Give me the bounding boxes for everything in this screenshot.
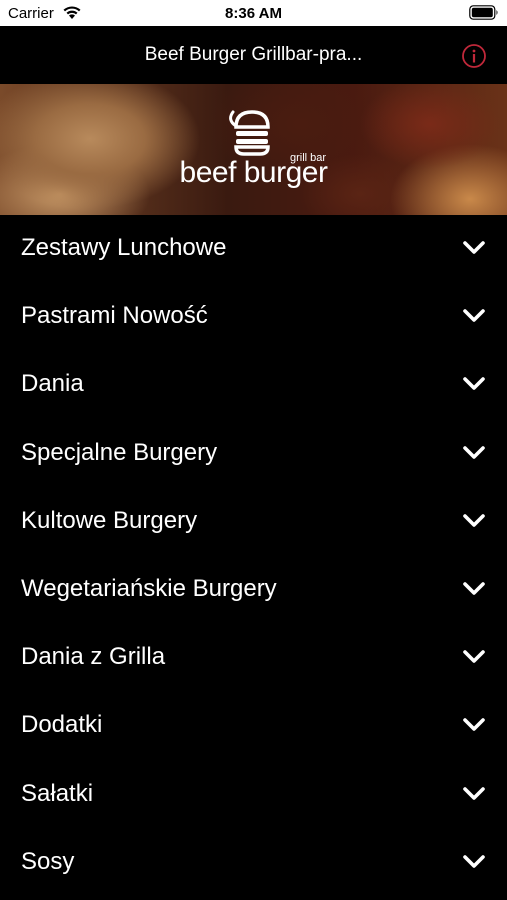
info-icon[interactable] — [461, 43, 487, 69]
burger-logo-icon — [229, 110, 270, 156]
menu-category-sosy[interactable]: Sosy — [0, 829, 507, 897]
menu-category-dania-z-grilla[interactable]: Dania z Grilla — [0, 624, 507, 692]
chevron-down-icon — [463, 650, 485, 663]
chevron-down-icon — [463, 445, 485, 459]
chevron-down-icon — [463, 854, 485, 868]
chevron-down-icon — [463, 513, 485, 527]
menu-category-wegetarianskie-burgery[interactable]: Wegetariańskie Burgery — [0, 556, 507, 624]
menu-category-label: Dania — [21, 370, 84, 398]
navigation-bar: Beef Burger Grillbar-pra... — [0, 26, 507, 84]
chevron-down-icon — [463, 241, 485, 254]
menu-category-list: Zestawy Lunchowe Pastrami Nowość Dania S… — [0, 215, 507, 897]
chevron-down-icon — [463, 377, 485, 391]
menu-category-specjalne-burgery[interactable]: Specjalne Burgery — [0, 420, 507, 488]
menu-category-label: Dania z Grilla — [21, 643, 166, 671]
chevron-down-icon — [463, 718, 485, 732]
chevron-down-icon — [463, 582, 485, 595]
menu-category-label: Kultowe Burgery — [21, 506, 198, 534]
menu-category-zestawy-lunchowe[interactable]: Zestawy Lunchowe — [0, 215, 507, 283]
menu-category-dodatki[interactable]: Dodatki — [0, 692, 507, 760]
menu-category-label: Pastrami Nowość — [21, 302, 208, 330]
menu-category-label: Wegetariańskie Burgery — [21, 574, 277, 602]
menu-category-kultowe-burgery[interactable]: Kultowe Burgery — [0, 488, 507, 556]
menu-category-salatki[interactable]: Sałatki — [0, 761, 507, 829]
chevron-down-icon — [463, 309, 485, 322]
logo-text: beef burger — [179, 156, 328, 189]
restaurant-banner: grill bar beef burger — [0, 84, 507, 215]
status-bar: Carrier 8:36 AM — [0, 0, 507, 26]
menu-category-label: Specjalne Burgery — [21, 438, 218, 466]
menu-category-label: Dodatki — [21, 711, 103, 739]
menu-category-label: Sałatki — [21, 779, 94, 807]
battery-icon — [469, 5, 498, 20]
menu-category-dania[interactable]: Dania — [0, 351, 507, 419]
status-time: 8:36 AM — [225, 5, 282, 22]
chevron-down-icon — [463, 786, 485, 800]
menu-category-label: Zestawy Lunchowe — [21, 234, 227, 261]
menu-category-label: Sosy — [21, 847, 75, 875]
menu-category-pastrami-nowosc[interactable]: Pastrami Nowość — [0, 283, 507, 351]
page-title: Beef Burger Grillbar-pra... — [144, 44, 363, 65]
